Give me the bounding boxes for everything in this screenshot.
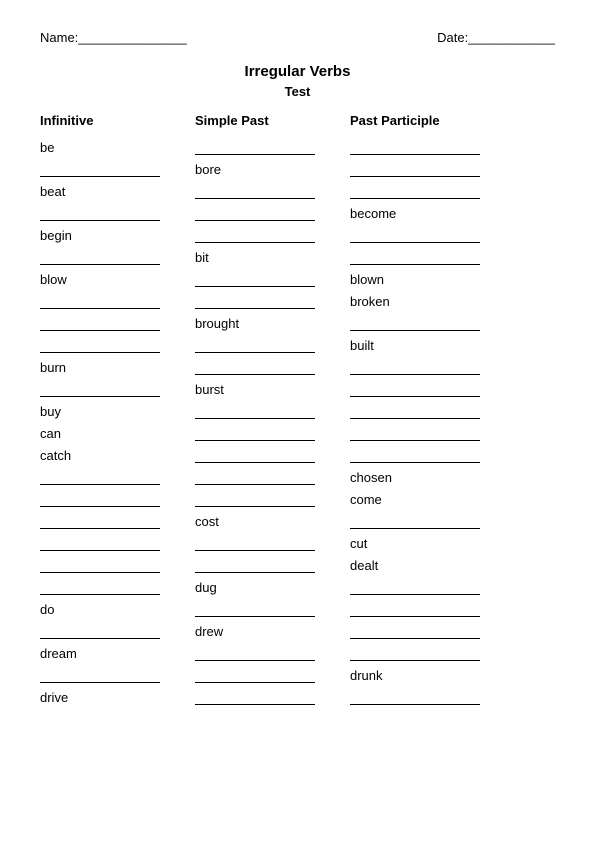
row-21-past-participle xyxy=(350,598,525,620)
row-14-past-participle xyxy=(350,444,525,466)
row-22-simple-past: drew xyxy=(195,620,350,642)
row-6-simple-past xyxy=(195,268,350,290)
col-simple-past: Simple Past xyxy=(195,113,350,128)
row-24-simple-past xyxy=(195,664,350,686)
row-19-simple-past xyxy=(195,554,350,576)
row-2-past-participle xyxy=(350,180,525,202)
row-17-simple-past: cost xyxy=(195,510,350,532)
row-9-past-participle: built xyxy=(350,334,525,356)
row-8-past-participle xyxy=(350,312,525,334)
row-19-infinitive xyxy=(40,554,195,576)
row-18-simple-past xyxy=(195,532,350,554)
row-10-infinitive: burn xyxy=(40,356,195,378)
row-3-infinitive xyxy=(40,202,195,224)
row-2-infinitive: beat xyxy=(40,180,195,202)
row-24-past-participle: drunk xyxy=(350,664,525,686)
row-12-past-participle xyxy=(350,400,525,422)
row-1-infinitive xyxy=(40,158,195,180)
row-5-simple-past: bit xyxy=(195,246,350,268)
row-1-past-participle xyxy=(350,158,525,180)
row-12-infinitive: buy xyxy=(40,400,195,422)
row-16-infinitive xyxy=(40,488,195,510)
row-3-simple-past xyxy=(195,202,350,224)
row-11-infinitive xyxy=(40,378,195,400)
row-11-past-participle xyxy=(350,378,525,400)
verb-table: beborebeatbecomebeginbitblowblownbrokenb… xyxy=(40,136,555,708)
row-21-infinitive: do xyxy=(40,598,195,620)
row-17-past-participle xyxy=(350,510,525,532)
page-subtitle: Test xyxy=(40,84,555,99)
row-8-simple-past: brought xyxy=(195,312,350,334)
row-6-past-participle: blown xyxy=(350,268,525,290)
name-label: Name:_______________ xyxy=(40,30,187,45)
row-14-infinitive: catch xyxy=(40,444,195,466)
row-5-infinitive xyxy=(40,246,195,268)
row-10-simple-past xyxy=(195,356,350,378)
row-0-infinitive: be xyxy=(40,136,195,158)
row-12-simple-past xyxy=(195,400,350,422)
row-20-infinitive xyxy=(40,576,195,598)
row-9-simple-past xyxy=(195,334,350,356)
row-22-infinitive xyxy=(40,620,195,642)
date-label: Date:____________ xyxy=(437,30,555,45)
row-4-past-participle xyxy=(350,224,525,246)
row-10-past-participle xyxy=(350,356,525,378)
row-16-past-participle: come xyxy=(350,488,525,510)
row-23-past-participle xyxy=(350,642,525,664)
row-13-simple-past xyxy=(195,422,350,444)
row-18-past-participle: cut xyxy=(350,532,525,554)
row-22-past-participle xyxy=(350,620,525,642)
row-3-past-participle: become xyxy=(350,202,525,224)
row-2-simple-past xyxy=(195,180,350,202)
row-15-infinitive xyxy=(40,466,195,488)
col-infinitive: Infinitive xyxy=(40,113,195,128)
row-13-past-participle xyxy=(350,422,525,444)
row-21-simple-past xyxy=(195,598,350,620)
col-past-participle: Past Participle xyxy=(350,113,525,128)
row-15-simple-past xyxy=(195,466,350,488)
row-24-infinitive xyxy=(40,664,195,686)
row-9-infinitive xyxy=(40,334,195,356)
row-1-simple-past: bore xyxy=(195,158,350,180)
row-20-past-participle xyxy=(350,576,525,598)
row-7-simple-past xyxy=(195,290,350,312)
row-7-past-participle: broken xyxy=(350,290,525,312)
row-7-infinitive xyxy=(40,290,195,312)
row-25-simple-past xyxy=(195,686,350,708)
row-6-infinitive: blow xyxy=(40,268,195,290)
row-25-past-participle xyxy=(350,686,525,708)
row-23-simple-past xyxy=(195,642,350,664)
row-8-infinitive xyxy=(40,312,195,334)
row-14-simple-past xyxy=(195,444,350,466)
row-4-simple-past xyxy=(195,224,350,246)
row-20-simple-past: dug xyxy=(195,576,350,598)
row-0-past-participle xyxy=(350,136,525,158)
row-25-infinitive: drive xyxy=(40,686,195,708)
row-4-infinitive: begin xyxy=(40,224,195,246)
row-18-infinitive xyxy=(40,532,195,554)
row-11-simple-past: burst xyxy=(195,378,350,400)
row-23-infinitive: dream xyxy=(40,642,195,664)
row-0-simple-past xyxy=(195,136,350,158)
row-16-simple-past xyxy=(195,488,350,510)
row-5-past-participle xyxy=(350,246,525,268)
page-title: Irregular Verbs xyxy=(40,63,555,80)
row-17-infinitive xyxy=(40,510,195,532)
row-19-past-participle: dealt xyxy=(350,554,525,576)
row-15-past-participle: chosen xyxy=(350,466,525,488)
row-13-infinitive: can xyxy=(40,422,195,444)
